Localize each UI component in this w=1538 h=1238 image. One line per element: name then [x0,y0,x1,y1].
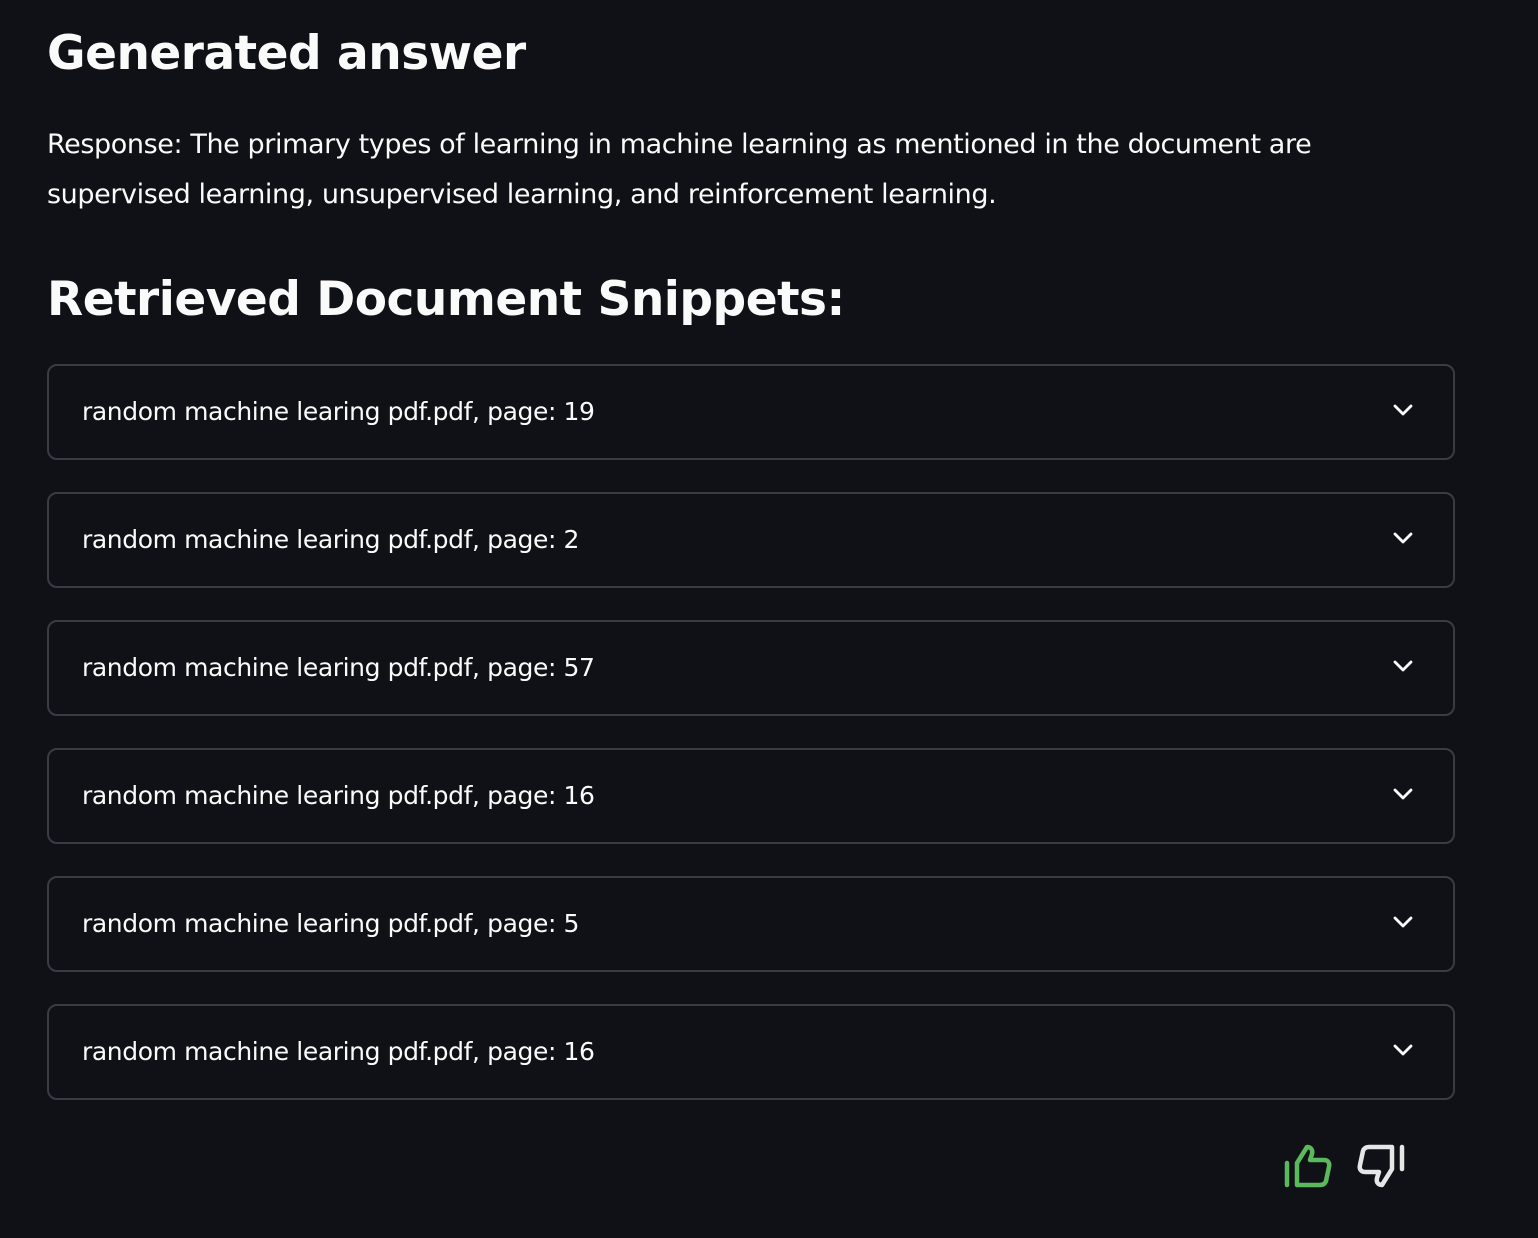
snippet-expander-6[interactable]: random machine learing pdf.pdf, page: 16 [47,1004,1455,1100]
chevron-down-icon[interactable] [1391,654,1415,678]
snippet-label: random machine learing pdf.pdf, page: 16 [82,781,595,810]
thumbs-down-icon [1357,1144,1405,1188]
response-text: Response: The primary types of learning … [47,129,1312,210]
chevron-down-icon[interactable] [1391,398,1415,422]
snippet-label: random machine learing pdf.pdf, page: 2 [82,525,580,554]
snippet-list: random machine learing pdf.pdf, page: 19… [47,364,1455,1132]
chevron-down-icon[interactable] [1391,910,1415,934]
chevron-down-icon[interactable] [1391,1038,1415,1062]
chevron-down-icon[interactable] [1391,526,1415,550]
thumbs-up-button[interactable] [1280,1138,1336,1194]
snippet-expander-5[interactable]: random machine learing pdf.pdf, page: 5 [47,876,1455,972]
snippet-expander-2[interactable]: random machine learing pdf.pdf, page: 2 [47,492,1455,588]
thumbs-down-button[interactable] [1354,1138,1410,1194]
snippet-label: random machine learing pdf.pdf, page: 57 [82,653,595,682]
generated-answer-heading: Generated answer [47,26,526,81]
snippet-label: random machine learing pdf.pdf, page: 5 [82,909,580,938]
snippet-expander-1[interactable]: random machine learing pdf.pdf, page: 19 [47,364,1455,460]
snippet-label: random machine learing pdf.pdf, page: 19 [82,397,595,426]
feedback-controls [1280,1138,1410,1194]
thumbs-up-icon [1284,1144,1332,1188]
snippet-expander-4[interactable]: random machine learing pdf.pdf, page: 16 [47,748,1455,844]
retrieved-snippets-heading: Retrieved Document Snippets: [47,272,845,327]
snippet-expander-3[interactable]: random machine learing pdf.pdf, page: 57 [47,620,1455,716]
chevron-down-icon[interactable] [1391,782,1415,806]
snippet-label: random machine learing pdf.pdf, page: 16 [82,1037,595,1066]
